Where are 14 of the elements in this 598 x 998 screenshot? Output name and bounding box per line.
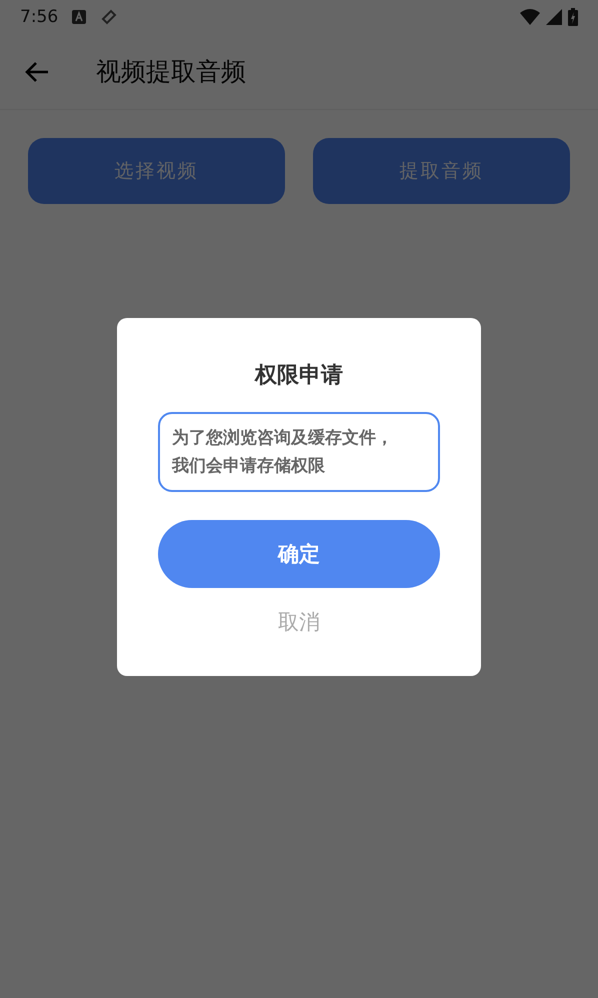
- signal-icon: [546, 9, 562, 25]
- wifi-icon: [520, 9, 540, 25]
- status-time: 7:56: [20, 7, 58, 27]
- cancel-button[interactable]: 取消: [270, 604, 328, 640]
- font-icon: [72, 10, 86, 24]
- page-title: 视频提取音频: [96, 56, 246, 88]
- dialog-title: 权限申请: [255, 362, 343, 390]
- dialog-message: 为了您浏览咨询及缓存文件，我们会申请存储权限: [158, 412, 440, 492]
- select-video-button[interactable]: 选择视频: [28, 138, 285, 204]
- back-arrow-icon[interactable]: [24, 60, 50, 82]
- extract-audio-button[interactable]: 提取音频: [313, 138, 570, 204]
- tag-icon: [100, 8, 118, 26]
- confirm-button[interactable]: 确定: [158, 520, 440, 588]
- battery-icon: [568, 8, 578, 26]
